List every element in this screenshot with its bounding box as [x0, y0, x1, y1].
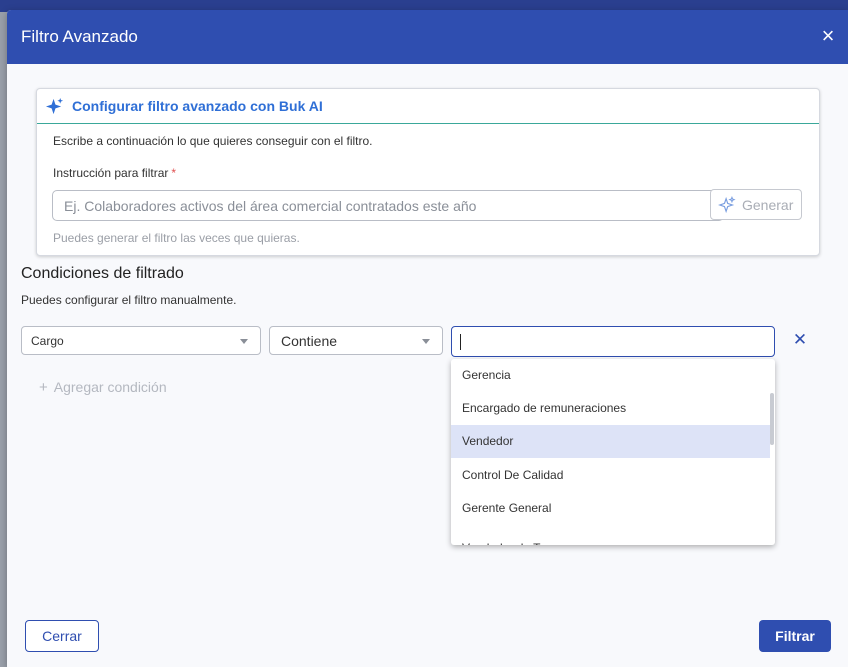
ai-card-header: Configurar filtro avanzado con Buk AI: [37, 89, 819, 124]
close-icon[interactable]: ×: [814, 22, 842, 50]
dropdown-option[interactable]: Encargado de remuneraciones: [451, 392, 770, 425]
generate-button-label: Generar: [742, 197, 794, 213]
instruction-input[interactable]: [52, 190, 724, 221]
ai-filter-card: Configurar filtro avanzado con Buk AI Es…: [36, 88, 820, 256]
cancel-button[interactable]: Cerrar: [25, 620, 99, 652]
sparkle-icon: [45, 97, 64, 115]
plus-icon: +: [39, 379, 48, 396]
dropdown-option[interactable]: Control De Calidad: [451, 459, 770, 492]
modal-header: Filtro Avanzado ×: [7, 10, 848, 64]
required-mark: *: [171, 166, 177, 180]
ai-card-description: Escribe a continuación lo que quieres co…: [53, 134, 373, 148]
value-dropdown: Gerencia Encargado de remuneraciones Ven…: [451, 359, 775, 545]
advanced-filter-modal: Filtro Avanzado × Configurar filtro avan…: [7, 10, 848, 667]
conditions-description: Puedes configurar el filtro manualmente.: [21, 293, 237, 307]
text-cursor: [460, 334, 461, 350]
dropdown-scrollbar[interactable]: [770, 393, 774, 445]
generate-button[interactable]: Generar: [710, 189, 802, 220]
chevron-down-icon: [240, 339, 248, 344]
field-select-value: Cargo: [31, 334, 64, 348]
dropdown-option-highlighted[interactable]: Vendedor: [451, 425, 770, 458]
remove-condition-icon[interactable]: ✕: [790, 329, 810, 351]
ai-card-title: Configurar filtro avanzado con Buk AI: [72, 98, 323, 114]
instruction-label: Instrucción para filtrar *: [53, 166, 176, 180]
dropdown-option[interactable]: Gerencia: [451, 359, 770, 392]
add-condition-label: Agregar condición: [53, 379, 167, 395]
add-condition-button[interactable]: + Agregar condición: [39, 379, 167, 396]
dropdown-option[interactable]: Vendedor de Terreno: [451, 532, 770, 545]
chevron-down-icon: [422, 339, 430, 344]
condition-value-input[interactable]: [451, 326, 775, 357]
apply-filter-button[interactable]: Filtrar: [759, 620, 831, 652]
ai-hint-text: Puedes generar el filtro las veces que q…: [53, 231, 300, 245]
instruction-label-text: Instrucción para filtrar: [53, 166, 169, 180]
modal-title: Filtro Avanzado: [21, 27, 138, 46]
sparkle-outline-icon: [718, 196, 736, 214]
dropdown-option[interactable]: Gerente General: [451, 492, 770, 525]
conditions-title: Condiciones de filtrado: [21, 265, 184, 282]
operator-select-value: Contiene: [281, 333, 338, 349]
field-select[interactable]: Cargo: [21, 326, 261, 355]
operator-select[interactable]: Contiene: [269, 326, 443, 355]
